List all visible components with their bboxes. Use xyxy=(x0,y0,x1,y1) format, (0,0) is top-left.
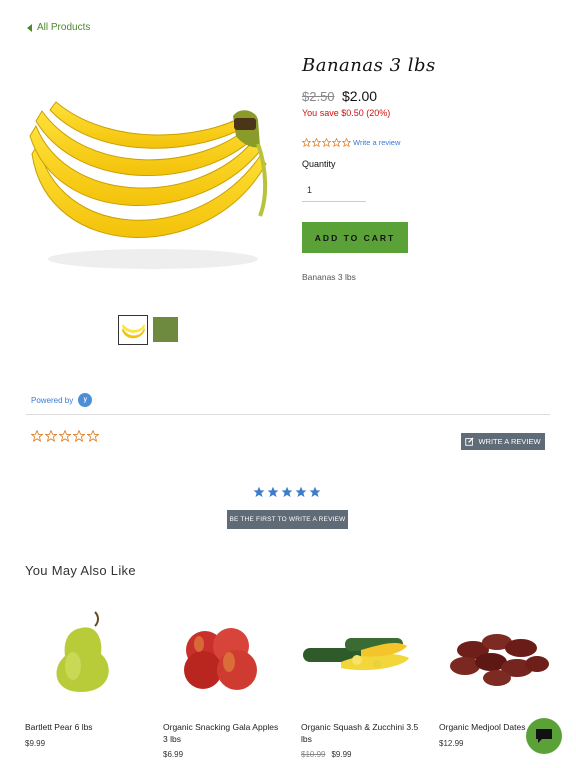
quantity-label: Quantity xyxy=(302,159,336,169)
recommendations-title: You May Also Like xyxy=(25,563,136,578)
product-card-price: $9.99 xyxy=(25,739,145,748)
star-icon xyxy=(253,486,265,498)
bananas-image xyxy=(29,101,268,269)
divider xyxy=(26,414,550,415)
star-outline-icon xyxy=(87,430,99,442)
quantity-input[interactable] xyxy=(302,178,366,202)
chevron-left-icon xyxy=(27,23,32,32)
original-price: $10.99 xyxy=(301,750,326,759)
all-products-label: All Products xyxy=(37,22,91,33)
product-rating: Write a review xyxy=(302,138,400,147)
all-products-link[interactable]: All Products xyxy=(27,22,90,33)
star-outline-icon xyxy=(332,138,341,147)
yotpo-logo-icon[interactable]: y xyxy=(78,393,93,407)
apples-image xyxy=(184,628,257,690)
product-card-apples[interactable]: Organic Snacking Gala Apples 3 lbs $6.99 xyxy=(163,610,283,759)
bananas-thumbnail[interactable] xyxy=(118,315,148,345)
write-review-button-label: WRITE A REVIEW xyxy=(478,437,541,446)
star-outline-icon xyxy=(302,138,311,147)
star-outline-icon xyxy=(312,138,321,147)
star-outline-icon xyxy=(73,430,85,442)
original-price: $2.50 xyxy=(302,89,335,104)
star-icon xyxy=(267,486,279,498)
product-title: Bananas 3 lbs xyxy=(302,55,436,76)
powered-by-label: Powered by xyxy=(31,395,74,405)
product-card-pear[interactable]: Bartlett Pear 6 lbs $9.99 xyxy=(25,610,145,748)
price-value: $9.99 xyxy=(25,738,46,748)
price-value: $12.99 xyxy=(439,738,464,748)
star-outline-icon xyxy=(322,138,331,147)
product-card-name: Organic Squash & Zucchini 3.5 lbs xyxy=(301,722,419,744)
product-card-price: $10.99 $9.99 xyxy=(301,750,421,759)
banana-icon xyxy=(122,324,145,339)
star-icon xyxy=(309,486,321,498)
savings-text: You save $0.50 (20%) xyxy=(302,108,391,118)
product-card-squash[interactable]: Organic Squash & Zucchini 3.5 lbs $10.99… xyxy=(301,610,421,759)
star-outline-icon xyxy=(31,430,43,442)
first-review-button[interactable]: BE THE FIRST TO WRITE A REVIEW xyxy=(227,510,348,529)
price-value: $6.99 xyxy=(163,750,184,759)
empty-reviews-stars xyxy=(253,486,321,498)
product-card-name: Organic Snacking Gala Apples 3 lbs xyxy=(163,722,279,744)
reviews-rating xyxy=(31,430,99,442)
star-outline-icon xyxy=(59,430,71,442)
add-to-cart-button[interactable]: ADD TO CART xyxy=(302,222,408,253)
product-card-price: $6.99 xyxy=(163,750,283,759)
product-description: Bananas 3 lbs xyxy=(302,272,356,282)
powered-by: Powered by y xyxy=(31,393,93,407)
star-outline-icon xyxy=(342,138,351,147)
green-bananas-thumbnail[interactable] xyxy=(153,317,178,342)
chat-icon xyxy=(536,729,552,743)
star-icon xyxy=(295,486,307,498)
write-review-link[interactable]: Write a review xyxy=(353,138,400,147)
write-review-button[interactable]: WRITE A REVIEW xyxy=(461,433,545,450)
star-outline-icon xyxy=(45,430,57,442)
chat-button[interactable] xyxy=(526,718,562,754)
product-card-name: Bartlett Pear 6 lbs xyxy=(25,722,93,732)
sale-price: $2.00 xyxy=(342,88,378,104)
star-icon xyxy=(281,486,293,498)
pear-image xyxy=(56,611,109,692)
squash-image xyxy=(303,638,409,671)
dates-image xyxy=(450,634,549,686)
edit-icon xyxy=(465,437,474,446)
price-value: $9.99 xyxy=(331,750,352,759)
